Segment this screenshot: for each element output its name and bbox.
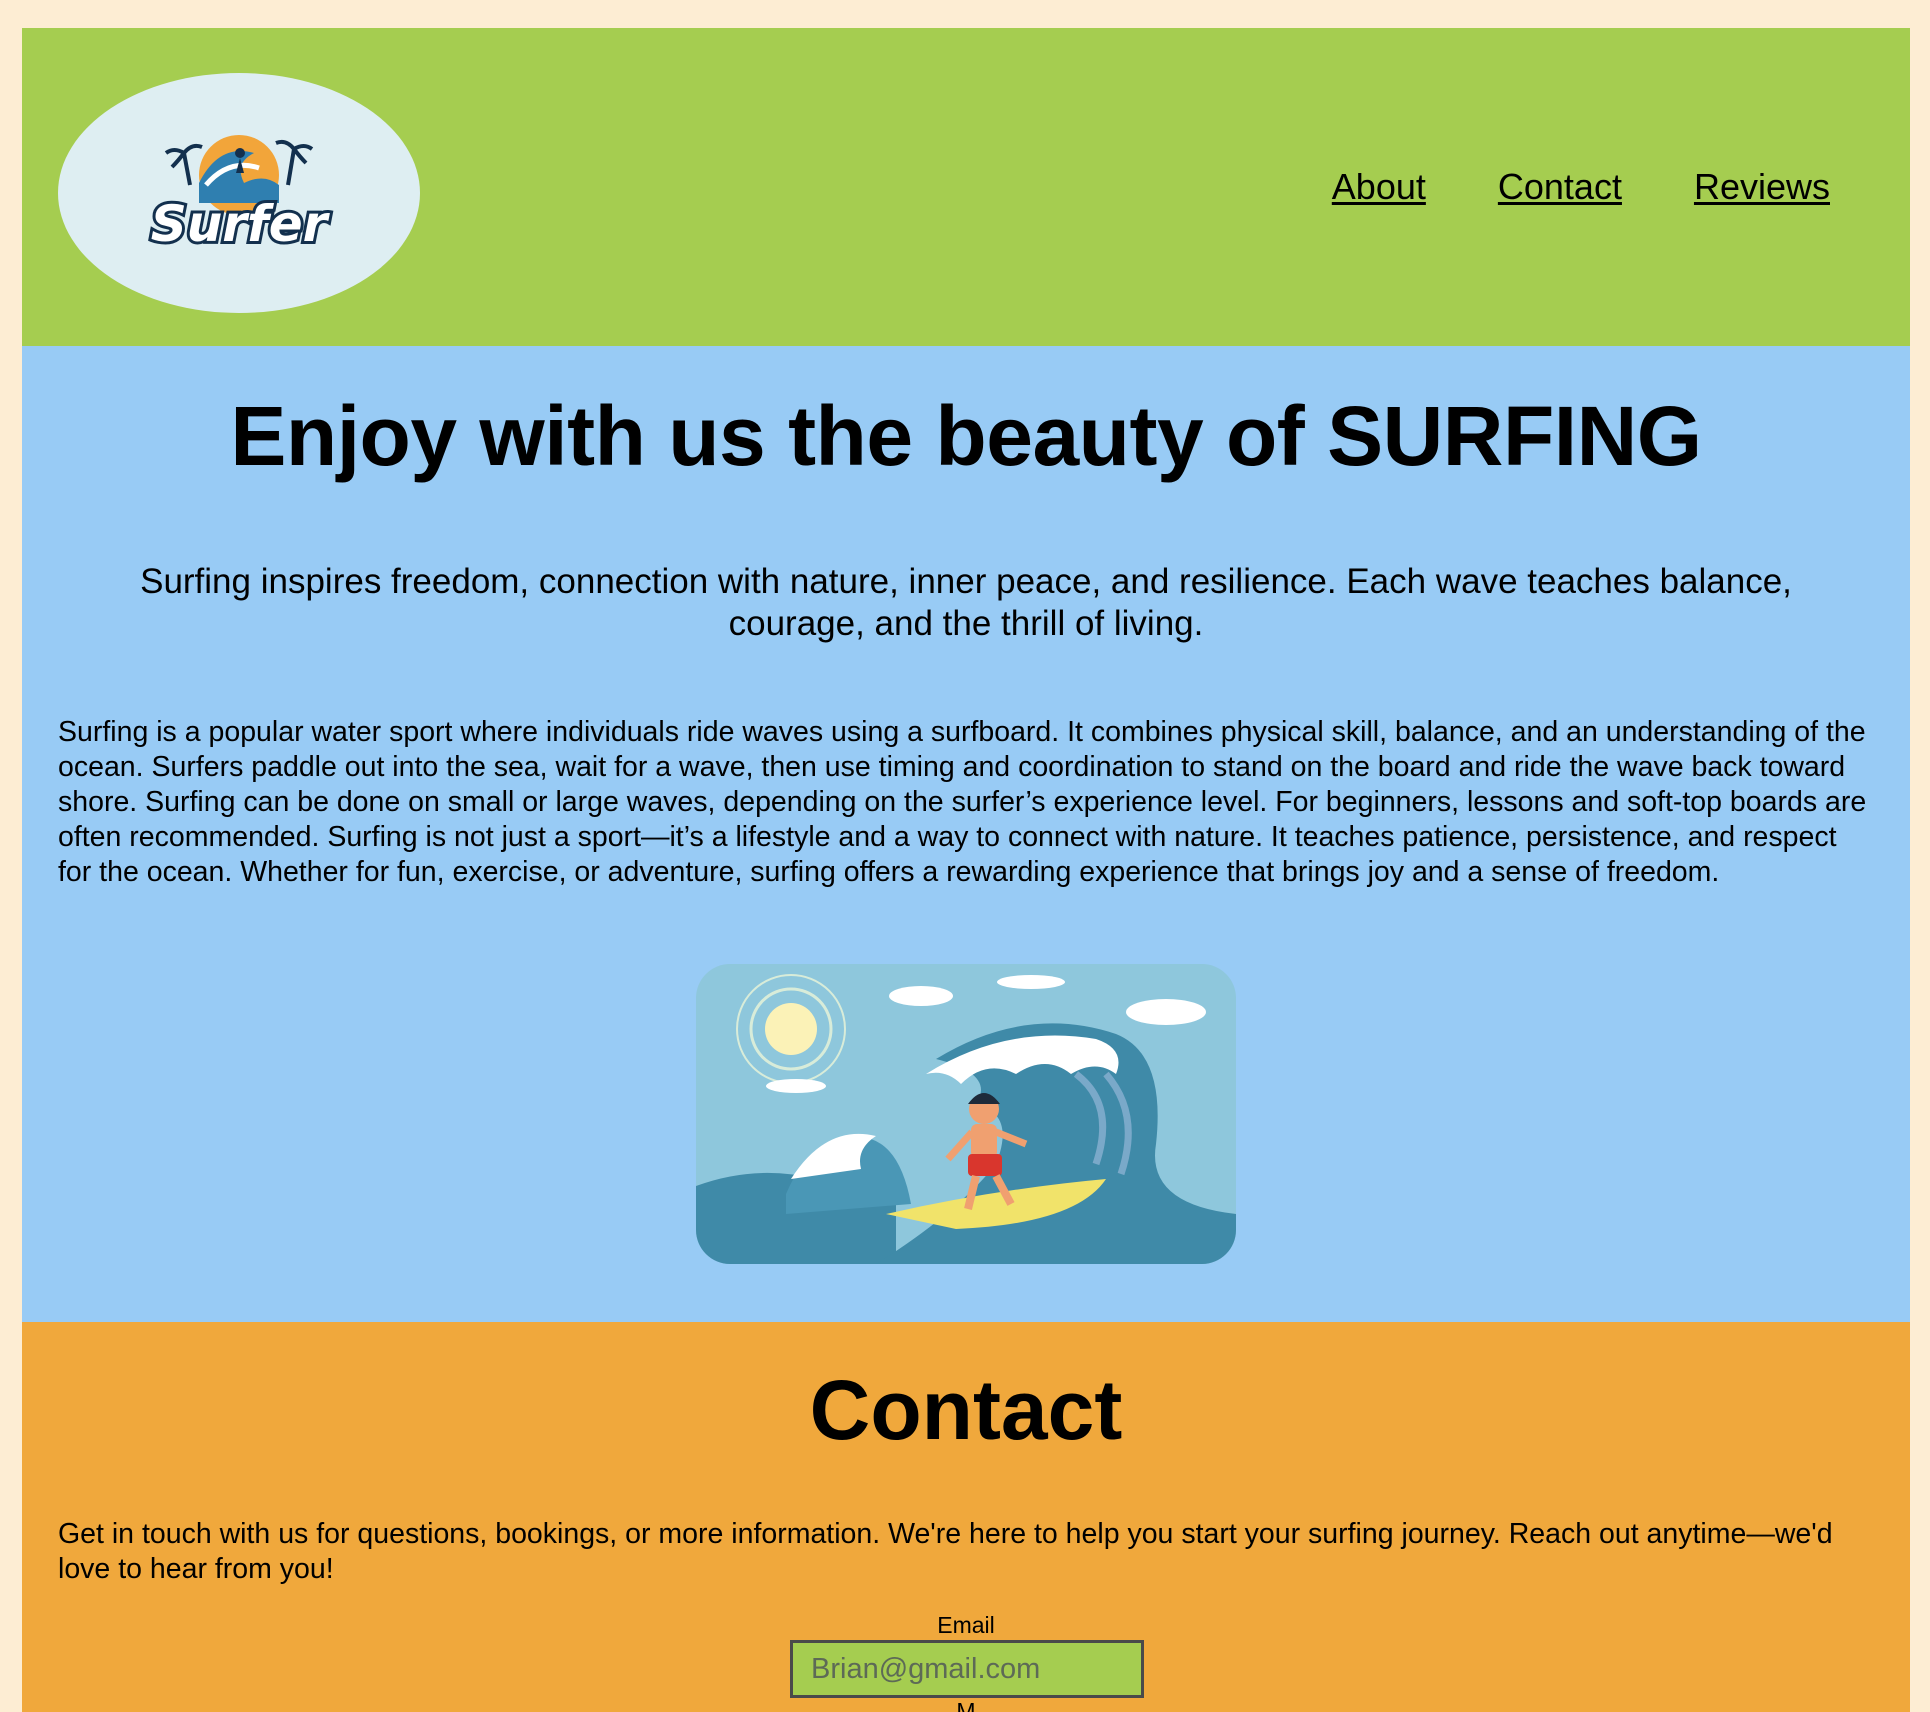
nav-link-reviews[interactable]: Reviews bbox=[1694, 166, 1830, 208]
hero-tagline: Surfing inspires freedom, connection wit… bbox=[140, 562, 1792, 643]
main-nav: About Contact Reviews bbox=[1332, 166, 1830, 208]
contact-section: Contact Get in touch with us for questio… bbox=[22, 1322, 1910, 1712]
page: Surfer About Contact Reviews Enjoy with … bbox=[22, 28, 1910, 1712]
hero-section: Enjoy with us the beauty of SURFING Surf… bbox=[22, 346, 1910, 1322]
contact-title: Contact bbox=[809, 1363, 1123, 1457]
email-input[interactable] bbox=[790, 1640, 1144, 1698]
hero-title: Enjoy with us the beauty of SURFING bbox=[230, 389, 1702, 483]
email-label: Email bbox=[937, 1612, 995, 1638]
surfer-logo-icon: Surfer bbox=[148, 135, 334, 256]
site-header: Surfer About Contact Reviews bbox=[22, 28, 1910, 346]
logo-text: Surfer bbox=[151, 195, 331, 253]
logo[interactable]: Surfer bbox=[58, 73, 420, 313]
message-label: M bbox=[956, 1698, 976, 1712]
hero-body-text: Surfing is a popular water sport where i… bbox=[58, 716, 1867, 888]
nav-link-contact[interactable]: Contact bbox=[1498, 166, 1622, 208]
surfer-illustration bbox=[696, 964, 1236, 1264]
nav-link-about[interactable]: About bbox=[1332, 166, 1426, 208]
contact-text: Get in touch with us for questions, book… bbox=[58, 1518, 1833, 1585]
